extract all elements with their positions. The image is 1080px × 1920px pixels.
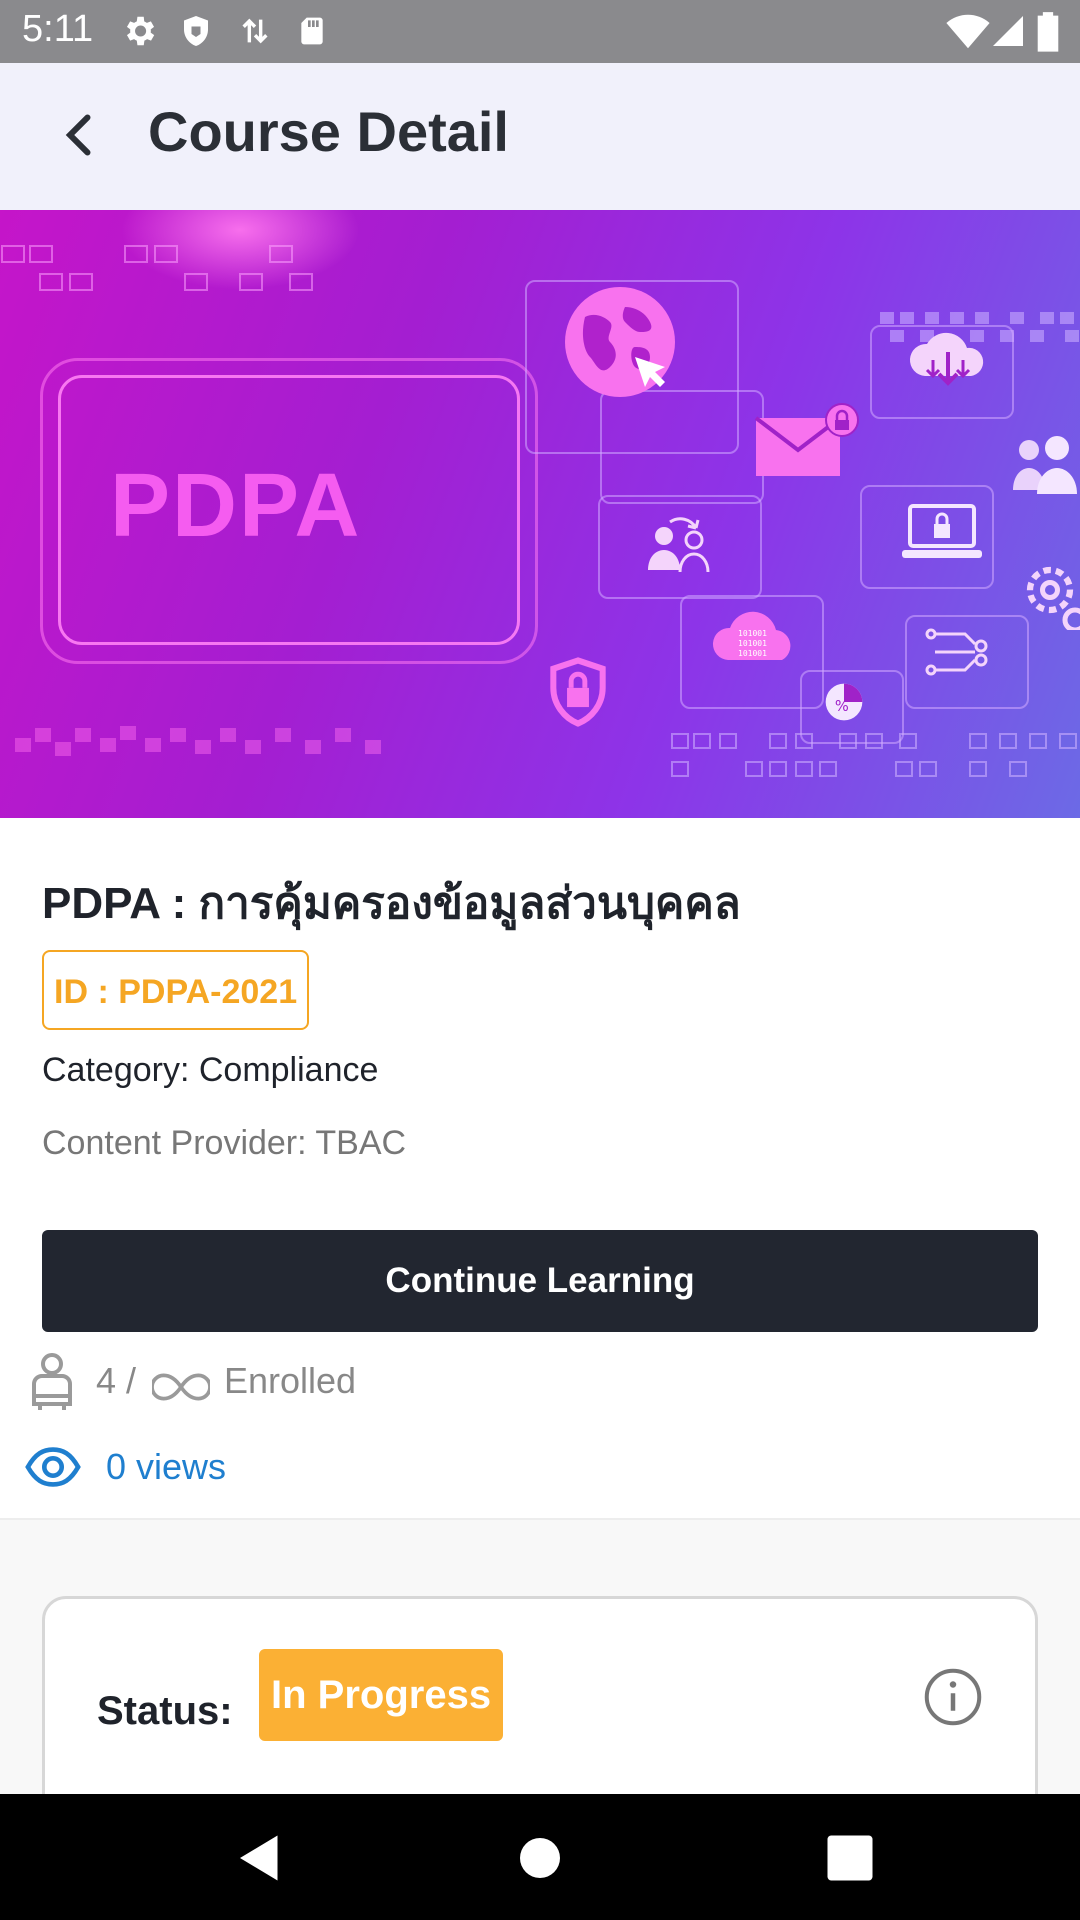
content-provider: Content Provider: TBAC bbox=[42, 1124, 407, 1162]
info-icon[interactable] bbox=[923, 1667, 983, 1727]
battery-icon bbox=[1037, 12, 1059, 52]
status-bar: 5:11 bbox=[0, 0, 1080, 63]
course-banner-image: PDPA 101001 101001 101001 % bbox=[0, 210, 1080, 818]
mail-lock-icon bbox=[754, 403, 859, 476]
globe-icon bbox=[565, 287, 675, 397]
decorative-blocks bbox=[1, 245, 313, 291]
infinity-icon bbox=[152, 1373, 210, 1401]
banner-text: PDPA bbox=[110, 456, 362, 556]
nav-home-icon[interactable] bbox=[510, 1828, 570, 1888]
sd-card-icon bbox=[301, 17, 323, 45]
system-navigation-bar bbox=[0, 1794, 1080, 1920]
laptop-lock-icon bbox=[902, 504, 982, 558]
gear-icon bbox=[126, 16, 155, 46]
status-time: 5:11 bbox=[22, 8, 94, 50]
data-transfer-icon bbox=[242, 18, 268, 44]
page-title: Course Detail bbox=[148, 100, 509, 163]
enrolled-label: Enrolled bbox=[224, 1360, 357, 1401]
shield-icon bbox=[184, 16, 208, 46]
gear-icon bbox=[1026, 566, 1080, 630]
svg-text:%: % bbox=[835, 698, 849, 715]
cloud-binary-icon: 101001101001101001 bbox=[712, 611, 791, 660]
svg-text:101001: 101001 bbox=[738, 629, 767, 638]
pie-chart-icon: % bbox=[825, 683, 863, 721]
course-title: PDPA : การคุ้มครองข้อมูลส่วนบุคคล bbox=[42, 879, 741, 928]
eye-icon bbox=[25, 1447, 81, 1487]
users-icon bbox=[1013, 436, 1077, 494]
decorative-blocks bbox=[15, 726, 381, 756]
signal-icon bbox=[993, 16, 1023, 46]
nav-back-icon[interactable] bbox=[230, 1828, 290, 1888]
circuit-icon bbox=[925, 628, 988, 676]
app-bar: Course Detail bbox=[0, 63, 1080, 210]
status-badge: In Progress bbox=[259, 1649, 504, 1741]
learner-icon bbox=[32, 1353, 72, 1410]
course-category: Category: Compliance bbox=[42, 1051, 379, 1089]
shield-lock-icon bbox=[550, 657, 606, 727]
svg-text:101001: 101001 bbox=[738, 639, 767, 648]
svg-text:101001: 101001 bbox=[738, 649, 767, 658]
views-count: 0 views bbox=[106, 1446, 227, 1487]
course-id-badge: ID : PDPA-2021 bbox=[42, 950, 310, 1030]
user-sync-icon bbox=[648, 517, 710, 573]
nav-recents-icon[interactable] bbox=[820, 1828, 880, 1888]
continue-learning-button[interactable]: Continue Learning bbox=[42, 1230, 1038, 1332]
cloud-download-icon bbox=[909, 332, 984, 386]
wifi-icon bbox=[946, 14, 990, 49]
status-label: Status: bbox=[97, 1689, 233, 1733]
enrolled-count: 4 / bbox=[96, 1360, 137, 1401]
chevron-left-icon[interactable] bbox=[50, 105, 110, 165]
